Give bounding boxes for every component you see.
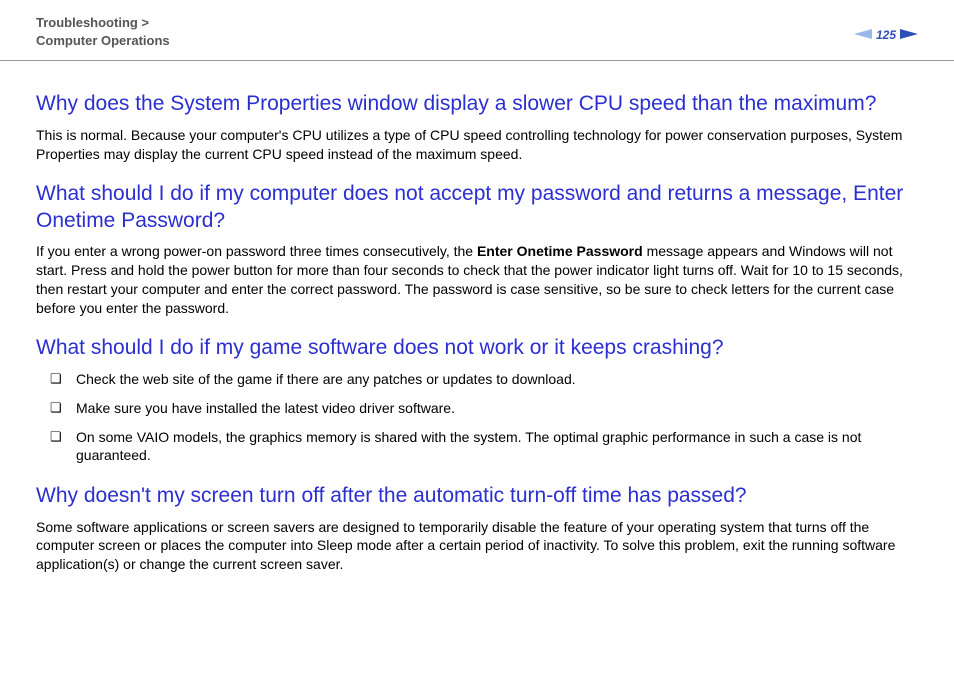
prev-page-icon[interactable] (854, 26, 872, 44)
breadcrumb: Troubleshooting > Computer Operations (36, 14, 170, 50)
page-number: 125 (876, 28, 896, 42)
page-content: Why does the System Properties window di… (0, 61, 954, 598)
list-item: On some VAIO models, the graphics memory… (58, 428, 918, 466)
page-header: Troubleshooting > Computer Operations 12… (0, 0, 954, 61)
question-heading-4: Why doesn't my screen turn off after the… (36, 483, 918, 509)
list-item: Check the web site of the game if there … (58, 370, 918, 389)
answer-2-part-a: If you enter a wrong power-on password t… (36, 243, 477, 259)
breadcrumb-line1: Troubleshooting > (36, 15, 149, 30)
answer-body-4: Some software applications or screen sav… (36, 518, 918, 575)
answer-2-bold: Enter Onetime Password (477, 243, 643, 259)
question-heading-3: What should I do if my game software doe… (36, 335, 918, 361)
answer-body-1: This is normal. Because your computer's … (36, 126, 918, 164)
question-heading-2: What should I do if my computer does not… (36, 181, 918, 234)
answer-list-3: Check the web site of the game if there … (36, 370, 918, 466)
list-item: Make sure you have installed the latest … (58, 399, 918, 418)
page-navigation: 125 (854, 26, 918, 44)
answer-body-2: If you enter a wrong power-on password t… (36, 242, 918, 318)
next-page-icon[interactable] (900, 26, 918, 44)
breadcrumb-line2: Computer Operations (36, 33, 170, 48)
question-heading-1: Why does the System Properties window di… (36, 91, 918, 117)
